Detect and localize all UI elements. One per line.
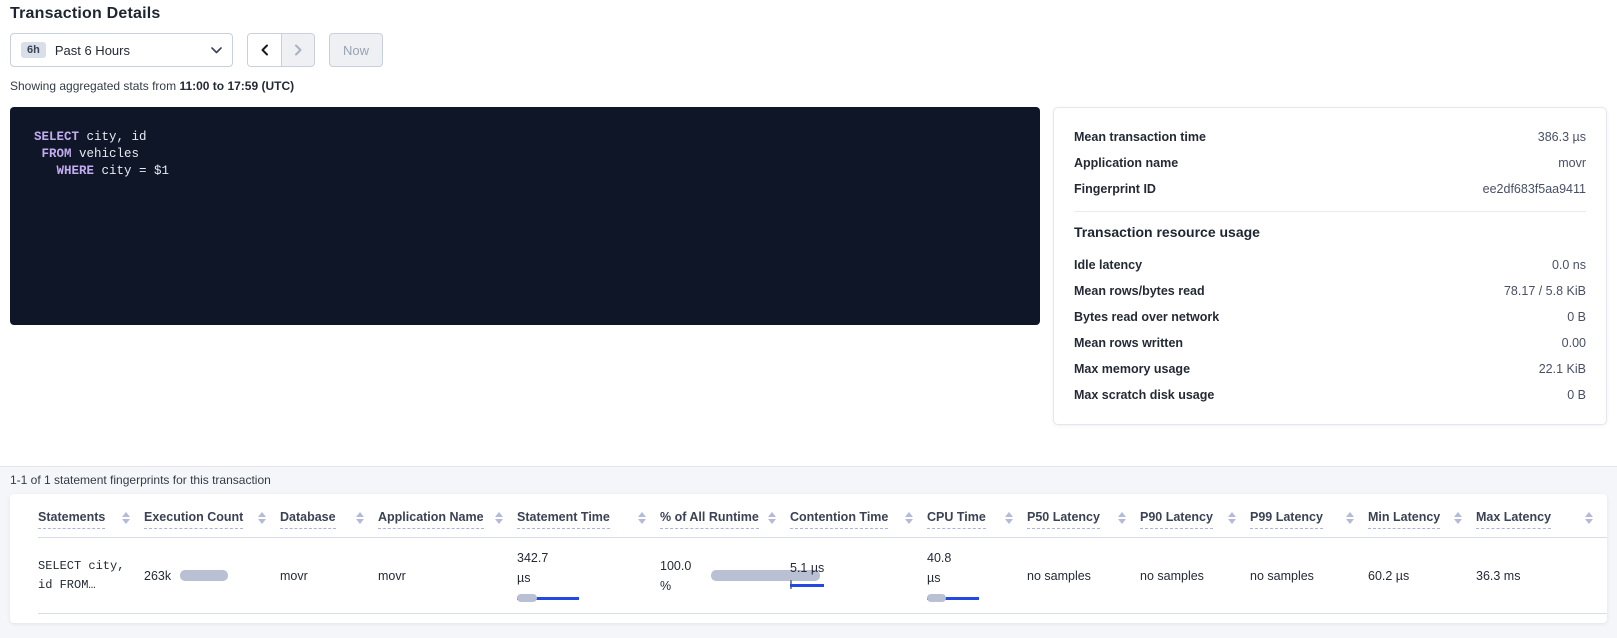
statements-section: 1-1 of 1 statement fingerprints for this… [0, 466, 1617, 638]
fingerprints-count-caption: 1-1 of 1 statement fingerprints for this… [10, 473, 271, 487]
summary-row-idle-latency: Idle latency 0.0 ns [1074, 252, 1586, 278]
cell-database: movr [280, 538, 378, 613]
column-header-execution-count[interactable]: Execution Count [144, 510, 280, 537]
now-button[interactable]: Now [329, 33, 383, 67]
summary-row-max-scratch-disk-usage: Max scratch disk usage 0 B [1074, 382, 1586, 408]
cpu-time-bar [927, 593, 979, 603]
cell-p50-latency: no samples [1027, 538, 1140, 613]
sort-icon[interactable] [768, 512, 776, 524]
column-header-application-name[interactable]: Application Name [378, 510, 517, 537]
cell-statement: SELECT city, id FROM… [38, 538, 144, 613]
sort-icon[interactable] [1118, 512, 1126, 524]
column-header-cpu-time[interactable]: CPU Time [927, 510, 1027, 537]
cell-cpu-time: 40.8 µs [927, 538, 1027, 613]
cell-pct-of-all-runtime: 100.0 % [660, 538, 790, 613]
sort-icon[interactable] [638, 512, 646, 524]
statement-time-value: 342.7 µs [517, 548, 555, 588]
sql-line: SELECT city, id [34, 129, 1016, 146]
cell-p90-latency: no samples [1140, 538, 1250, 613]
table-row: SELECT city, id FROM… 263k movr movr 342… [38, 538, 1607, 614]
sort-icon[interactable] [1346, 512, 1354, 524]
summary-row-mean-rows-bytes-read: Mean rows/bytes read 78.17 / 5.8 KiB [1074, 278, 1586, 304]
summary-row-bytes-read-over-network: Bytes read over network 0 B [1074, 304, 1586, 330]
column-header-min-latency[interactable]: Min Latency [1368, 510, 1476, 537]
sort-icon[interactable] [1454, 512, 1462, 524]
sort-icon[interactable] [258, 512, 266, 524]
contention-time-bar [790, 580, 824, 590]
caption-time-range: 11:00 to 17:59 (UTC) [179, 79, 294, 93]
cell-execution-count: 263k [144, 538, 280, 613]
sort-icon[interactable] [356, 512, 364, 524]
page-title: Transaction Details [10, 5, 161, 23]
sort-icon[interactable] [495, 512, 503, 524]
sql-line: FROM vehicles [34, 146, 1016, 163]
summary-row-fingerprint-id: Fingerprint ID ee2df683f5aa9411 [1074, 176, 1586, 202]
statements-table: Statements Execution Count Database Appl… [10, 494, 1607, 623]
summary-row-mean-transaction-time: Mean transaction time 386.3 µs [1074, 124, 1586, 150]
time-range-label: Past 6 Hours [55, 43, 130, 58]
column-header-max-latency[interactable]: Max Latency [1476, 510, 1607, 537]
cell-p99-latency: no samples [1250, 538, 1368, 613]
chevron-left-icon [259, 44, 271, 56]
summary-row-mean-rows-written: Mean rows written 0.00 [1074, 330, 1586, 356]
column-header-p99-latency[interactable]: P99 Latency [1250, 510, 1368, 537]
summary-row-max-memory-usage: Max memory usage 22.1 KiB [1074, 356, 1586, 382]
summary-row-application-name: Application name movr [1074, 150, 1586, 176]
pct-runtime-value: 100.0 % [660, 556, 702, 596]
cell-statement-time: 342.7 µs [517, 538, 660, 613]
statement-time-bar [517, 593, 579, 603]
time-step-group [247, 33, 315, 67]
caption-prefix: Showing aggregated stats from [10, 79, 179, 93]
execution-count-value: 263k [144, 569, 171, 583]
sql-statement-box: SELECT city, id FROM vehicles WHERE city… [10, 107, 1040, 325]
transaction-summary-card: Mean transaction time 386.3 µs Applicati… [1053, 107, 1607, 425]
execution-count-bar [180, 570, 228, 581]
sort-icon[interactable] [1005, 512, 1013, 524]
column-header-pct-of-all-runtime[interactable]: % of All Runtime [660, 510, 790, 537]
cell-min-latency: 60.2 µs [1368, 538, 1476, 613]
cell-application-name: movr [378, 538, 517, 613]
column-header-p90-latency[interactable]: P90 Latency [1140, 510, 1250, 537]
time-range-badge: 6h [21, 42, 46, 58]
statements-table-header: Statements Execution Count Database Appl… [38, 494, 1607, 538]
sort-icon[interactable] [122, 512, 130, 524]
chevron-right-icon [292, 44, 304, 56]
cell-max-latency: 36.3 ms [1476, 538, 1607, 613]
statement-link[interactable]: SELECT city, id FROM… [38, 557, 138, 595]
cpu-time-value: 40.8 µs [927, 548, 959, 588]
column-header-contention-time[interactable]: Contention Time [790, 510, 927, 537]
sort-icon[interactable] [1228, 512, 1236, 524]
sql-line: WHERE city = $1 [34, 163, 1016, 180]
column-header-statements[interactable]: Statements [38, 510, 144, 537]
column-header-p50-latency[interactable]: P50 Latency [1027, 510, 1140, 537]
time-controls: 6h Past 6 Hours Now [10, 33, 383, 67]
cell-contention-time: 5.1 µs [790, 538, 927, 613]
column-header-database[interactable]: Database [280, 510, 378, 537]
next-time-button[interactable] [281, 34, 314, 66]
contention-time-value: 5.1 µs [790, 561, 824, 575]
summary-divider [1074, 211, 1586, 212]
time-range-dropdown[interactable]: 6h Past 6 Hours [10, 33, 233, 67]
aggregated-stats-caption: Showing aggregated stats from 11:00 to 1… [10, 79, 294, 93]
column-header-statement-time[interactable]: Statement Time [517, 510, 660, 537]
previous-time-button[interactable] [248, 34, 281, 66]
sort-icon[interactable] [1585, 512, 1593, 524]
sort-icon[interactable] [905, 512, 913, 524]
resource-usage-heading: Transaction resource usage [1074, 224, 1586, 240]
chevron-down-icon [211, 47, 222, 54]
